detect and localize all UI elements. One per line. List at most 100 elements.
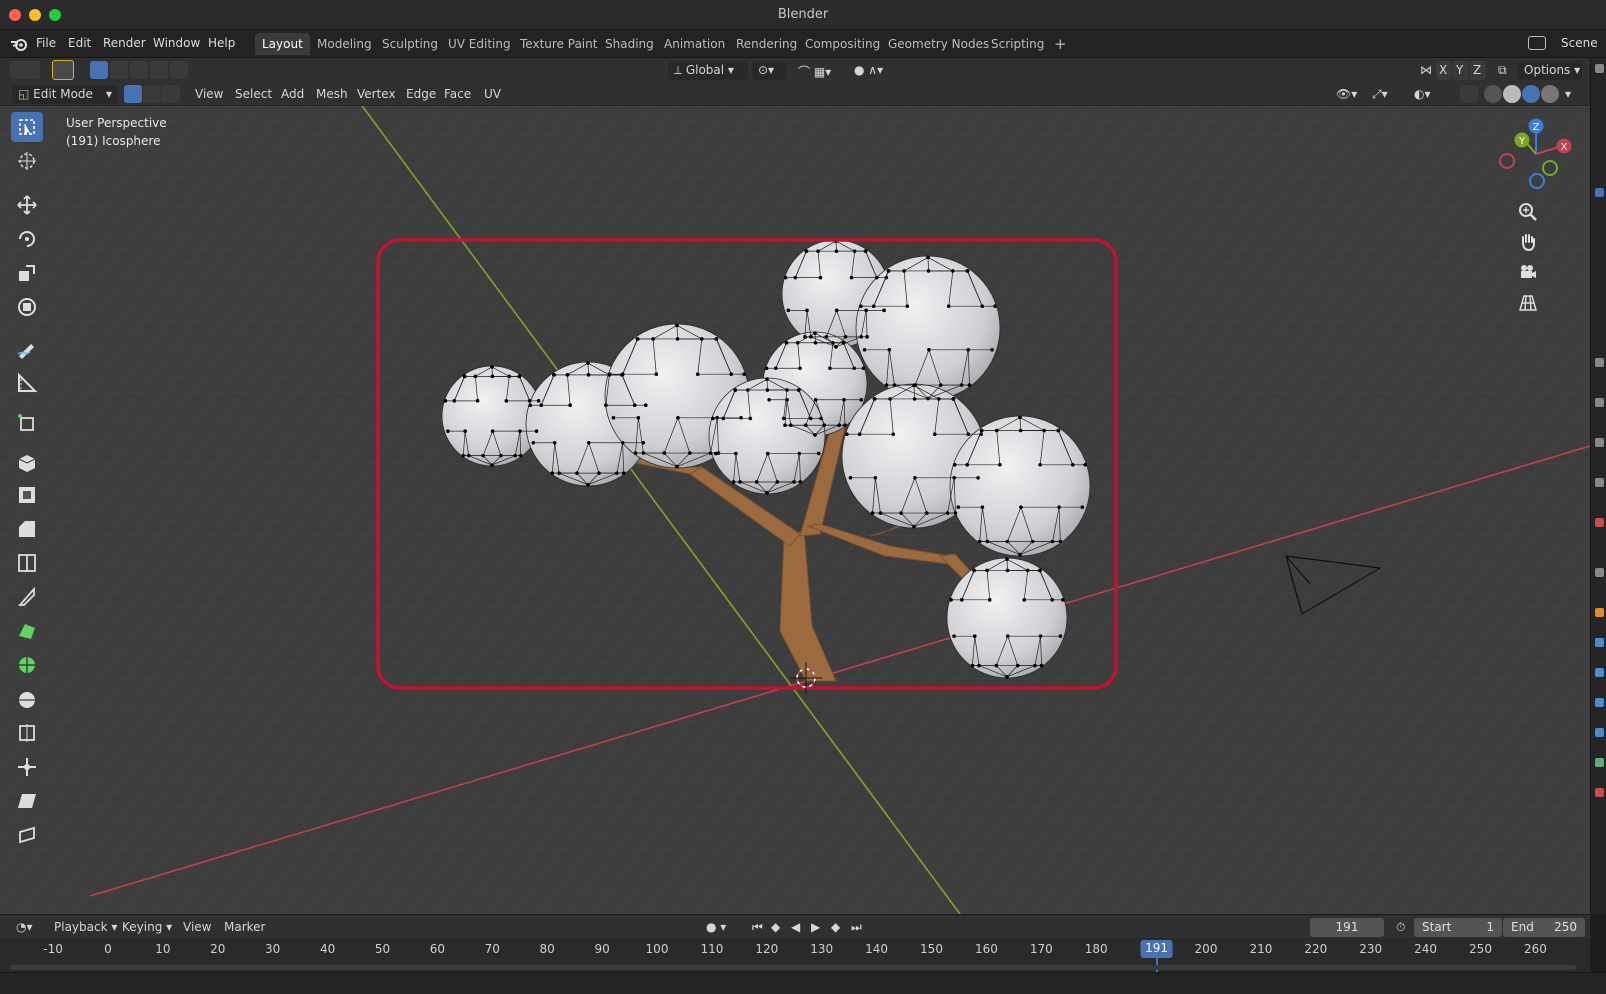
tab-sculpting[interactable]: Sculpting	[375, 33, 445, 55]
gizmo-toggle-icon[interactable]: ⤢▾	[1366, 85, 1396, 104]
menu-help[interactable]: Help	[208, 36, 235, 50]
menu-view[interactable]: View	[195, 87, 223, 101]
scene-selector-icon[interactable]	[1528, 36, 1546, 50]
grid-icon[interactable]	[1514, 288, 1542, 316]
data-tab-icon[interactable]	[1595, 758, 1604, 767]
end-frame-field[interactable]: End 250	[1503, 918, 1585, 937]
timeline-menu-keying[interactable]: Keying ▾	[122, 920, 172, 934]
menu-render[interactable]: Render	[103, 36, 146, 50]
blender-logo-icon[interactable]	[10, 36, 28, 52]
rendered-shading-icon[interactable]	[1541, 85, 1559, 103]
tab-scripting[interactable]: Scripting	[984, 33, 1051, 55]
inset-icon[interactable]	[11, 480, 43, 510]
timeline-menu-view[interactable]: View	[183, 920, 211, 934]
vertex-select-icon[interactable]	[124, 85, 142, 103]
select-tool-icon[interactable]	[52, 60, 74, 80]
xray-toggle-icon[interactable]	[1460, 85, 1478, 103]
camera-icon[interactable]	[1514, 258, 1542, 286]
menu-add[interactable]: Add	[281, 87, 304, 101]
render-tab-icon[interactable]	[1595, 358, 1604, 367]
cursor-icon[interactable]	[11, 146, 43, 176]
play-reverse-icon[interactable]: ◀	[785, 918, 806, 937]
move-icon[interactable]	[11, 190, 43, 220]
select-mode-extend-icon[interactable]	[110, 61, 128, 79]
zoom-icon[interactable]	[1514, 198, 1542, 226]
add-cube-icon[interactable]	[11, 408, 43, 438]
current-frame-field[interactable]: 191	[1310, 918, 1384, 937]
tab-shading[interactable]: Shading	[598, 33, 661, 55]
transform-orientation-dropdown[interactable]: ⟂ Global ▾	[668, 61, 748, 80]
select-mode-intersect-icon[interactable]	[170, 61, 188, 79]
snap-toggle[interactable]: ⌒ ▦▾	[792, 61, 842, 80]
tab-uv-editing[interactable]: UV Editing	[441, 33, 518, 55]
timeline-menu-marker[interactable]: Marker	[224, 920, 265, 934]
edge-select-icon[interactable]	[143, 85, 161, 103]
loop-cut-icon[interactable]	[11, 548, 43, 578]
shrink-fatten-icon[interactable]	[11, 752, 43, 782]
menu-uv[interactable]: UV	[484, 87, 501, 101]
record-keyframe-icon[interactable]: ● ▾	[700, 918, 738, 937]
shear-icon[interactable]	[11, 786, 43, 816]
timeline-editor-type-icon[interactable]: ◔▾	[10, 918, 40, 937]
world-tab-icon[interactable]	[1595, 518, 1604, 527]
extrude-icon[interactable]	[11, 446, 43, 476]
active-tab-icon[interactable]	[1595, 188, 1604, 197]
mode-dropdown[interactable]: ◱ Edit Mode ▾	[12, 85, 118, 104]
scene-tab-icon[interactable]	[1595, 478, 1604, 487]
tool-tab-icon[interactable]	[1595, 64, 1604, 73]
mirror-x-toggle[interactable]: X	[1436, 61, 1452, 80]
annotate-icon[interactable]	[11, 334, 43, 364]
material-tab-icon[interactable]	[1595, 788, 1604, 797]
select-box-icon[interactable]	[11, 112, 43, 142]
constraints-tab-icon[interactable]	[1595, 728, 1604, 737]
timeline-scrollbar[interactable]	[10, 965, 1576, 970]
tab-layout[interactable]: Layout	[255, 33, 310, 55]
rip-icon[interactable]	[11, 820, 43, 850]
spin-icon[interactable]	[11, 650, 43, 680]
jump-next-keyframe-icon[interactable]: ◆	[825, 918, 846, 937]
menu-mesh[interactable]: Mesh	[316, 87, 348, 101]
rotate-icon[interactable]	[11, 224, 43, 254]
visibility-eye-icon[interactable]: 👁▾	[1330, 85, 1360, 104]
scale-icon[interactable]	[11, 258, 43, 288]
menu-edge[interactable]: Edge	[406, 87, 436, 101]
tab-animation[interactable]: Animation	[657, 33, 732, 55]
edge-slide-icon[interactable]	[11, 718, 43, 748]
playhead-frame-marker[interactable]: 191	[1140, 940, 1174, 958]
tab-texture-paint[interactable]: Texture Paint	[513, 33, 604, 55]
pivot-point-dropdown[interactable]: ⊙▾	[752, 61, 786, 80]
tab-modeling[interactable]: Modeling	[310, 33, 379, 55]
3d-viewport[interactable]: Z X Y User Perspective (191) Icosphere	[0, 106, 1590, 914]
material-shading-icon[interactable]	[1522, 85, 1540, 103]
output-tab-icon[interactable]	[1595, 398, 1604, 407]
select-mode-subtract-icon[interactable]	[130, 61, 148, 79]
tab-geometry-nodes[interactable]: Geometry Nodes	[881, 33, 996, 55]
menu-select[interactable]: Select	[235, 87, 272, 101]
menu-window[interactable]: Window	[153, 36, 200, 50]
auto-merge-icon[interactable]: ⧉	[1492, 61, 1513, 80]
pan-hand-icon[interactable]	[1514, 228, 1542, 256]
view-layer-tab-icon[interactable]	[1595, 438, 1604, 447]
mirror-y-toggle[interactable]: Y	[1453, 61, 1469, 80]
shading-options-chevron-icon[interactable]: ▾	[1565, 87, 1571, 101]
object-tab-icon[interactable]	[1595, 608, 1604, 617]
timeline-ruler[interactable]: -10 0 10 20 30 40 50 60 70 80 90 100 110 120 130 140 150…	[0, 938, 1590, 972]
menu-face[interactable]: Face	[444, 87, 471, 101]
menu-vertex[interactable]: Vertex	[357, 87, 396, 101]
tab-compositing[interactable]: Compositing	[798, 33, 887, 55]
jump-prev-keyframe-icon[interactable]: ◆	[765, 918, 786, 937]
face-select-icon[interactable]	[162, 85, 180, 103]
bevel-icon[interactable]	[11, 514, 43, 544]
menu-edit[interactable]: Edit	[68, 36, 91, 50]
poly-build-icon[interactable]	[11, 616, 43, 646]
particles-tab-icon[interactable]	[1595, 668, 1604, 677]
modifier-tab-icon[interactable]	[1595, 638, 1604, 647]
smooth-icon[interactable]	[11, 684, 43, 714]
mirror-icon[interactable]: ⋈	[1418, 61, 1434, 80]
scene-name[interactable]: Scene	[1561, 36, 1598, 50]
solid-shading-icon[interactable]	[1503, 85, 1521, 103]
overlays-icon[interactable]: ◐▾	[1408, 85, 1438, 104]
measure-icon[interactable]	[11, 368, 43, 398]
jump-end-icon[interactable]: ⏭	[845, 918, 868, 937]
start-frame-field[interactable]: Start 1	[1414, 918, 1502, 937]
